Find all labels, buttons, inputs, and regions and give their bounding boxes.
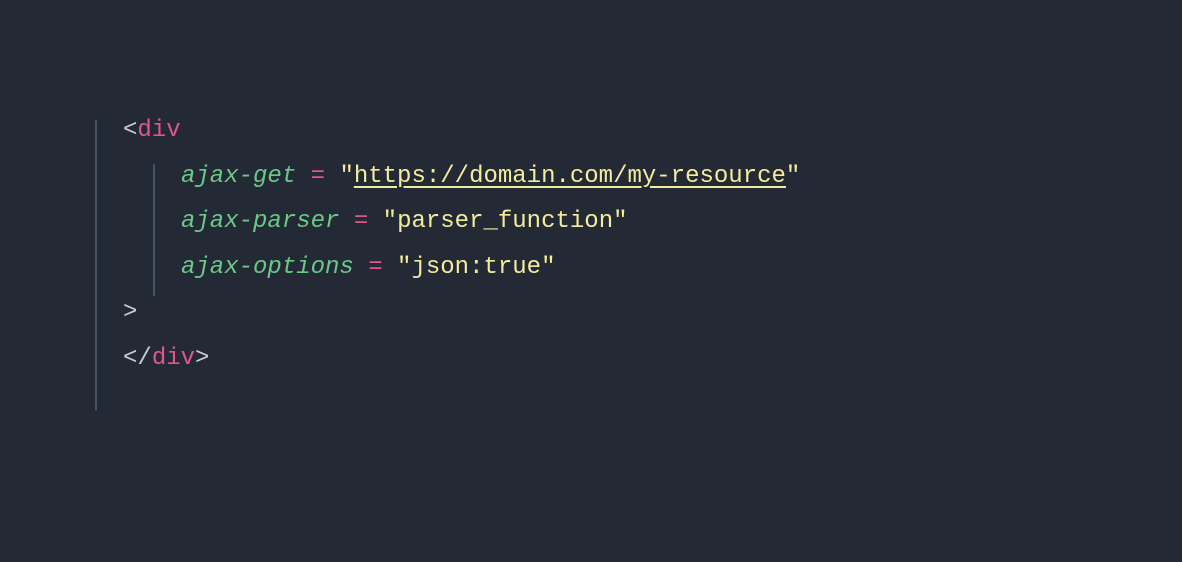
code-line-6: </div> xyxy=(123,336,800,382)
code-content: <div ajax-get = "https://domain.com/my-r… xyxy=(123,108,800,382)
attribute-name: ajax-parser xyxy=(181,208,339,235)
closing-tag-bracket-close: > xyxy=(195,345,209,372)
closing-tag-name: div xyxy=(152,345,195,372)
quote-close: " xyxy=(613,208,627,235)
indent-guide xyxy=(153,164,155,296)
attribute-value: json:true xyxy=(411,254,541,281)
code-block: <div ajax-get = "https://domain.com/my-r… xyxy=(95,108,800,382)
quote-open: " xyxy=(339,163,353,190)
quote-close: " xyxy=(786,163,800,190)
equals-sign: = xyxy=(296,163,339,190)
equals-sign: = xyxy=(354,254,397,281)
closing-tag-bracket-open: </ xyxy=(123,345,152,372)
tag-name: div xyxy=(137,117,180,144)
quote-open: " xyxy=(397,254,411,281)
attribute-value: parser_function xyxy=(397,208,613,235)
code-line-4: ajax-options = "json:true" xyxy=(123,245,800,291)
angle-bracket-open: < xyxy=(123,117,137,144)
gutter-line xyxy=(95,120,97,410)
code-line-2: ajax-get = "https://domain.com/my-resour… xyxy=(123,154,800,200)
code-line-3: ajax-parser = "parser_function" xyxy=(123,199,800,245)
attribute-name: ajax-get xyxy=(181,163,296,190)
attribute-value-url: https://domain.com/my-resource xyxy=(354,163,786,190)
quote-open: " xyxy=(383,208,397,235)
code-line-5: > xyxy=(123,290,800,336)
quote-close: " xyxy=(541,254,555,281)
angle-bracket-close: > xyxy=(123,299,137,326)
equals-sign: = xyxy=(339,208,382,235)
code-line-1: <div xyxy=(123,108,800,154)
attribute-name: ajax-options xyxy=(181,254,354,281)
